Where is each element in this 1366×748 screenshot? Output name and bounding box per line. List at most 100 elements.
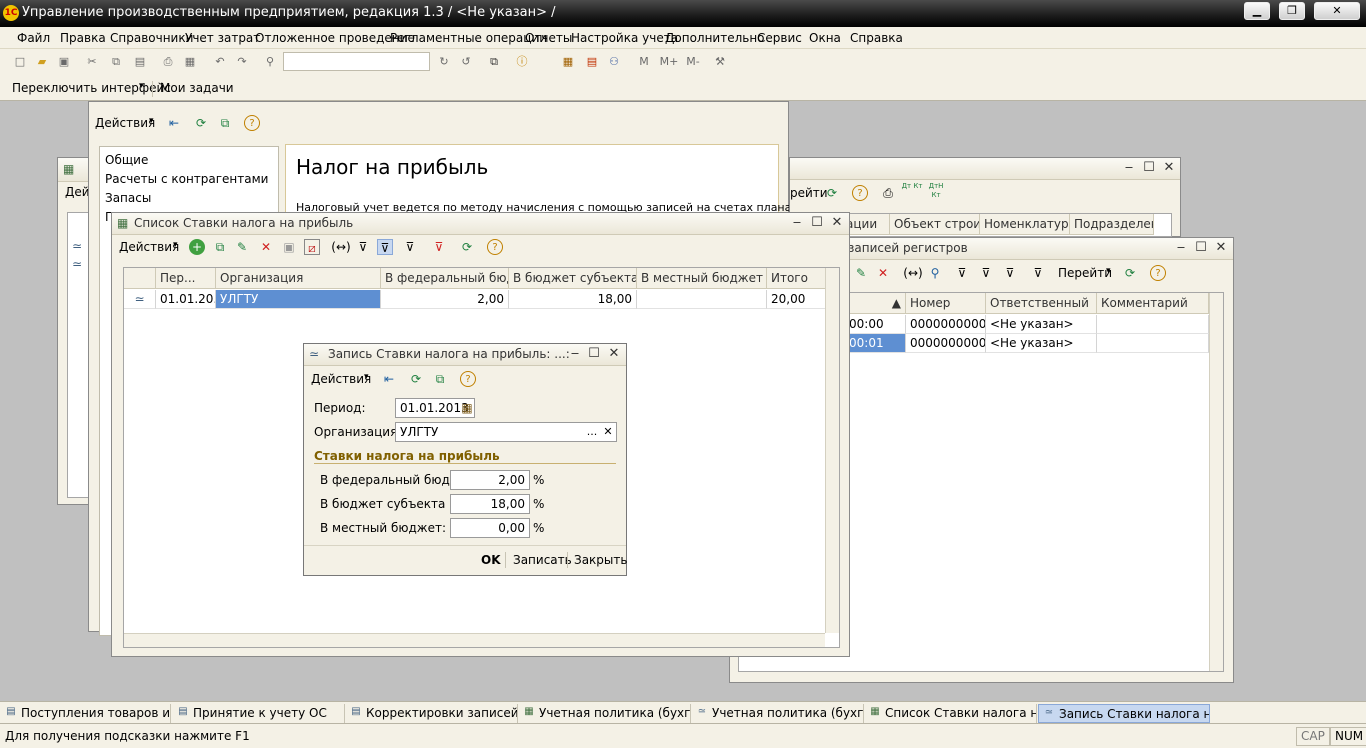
menu-additional[interactable]: Дополнительно	[665, 31, 765, 45]
help-icon[interactable]: ?	[852, 185, 868, 201]
refresh-icon[interactable]: ⟳	[824, 185, 840, 201]
maximize-icon[interactable]: ☐	[808, 214, 826, 232]
refresh-icon[interactable]: ⟳	[459, 239, 475, 255]
clear-filter-icon[interactable]: ⊽	[431, 239, 447, 255]
taskbar-item[interactable]: ▦Учетная политика (бухгалт...	[519, 704, 691, 723]
help-icon[interactable]: ?	[244, 115, 260, 131]
help-icon[interactable]: ?	[1150, 265, 1166, 281]
menu-help[interactable]: Справка	[850, 31, 903, 45]
table-cell[interactable]: 01.01.20...	[156, 290, 216, 309]
memory-minus-button[interactable]: М-	[682, 54, 704, 70]
print-icon[interactable]: ⎙	[880, 185, 896, 201]
edit-icon[interactable]: ✎	[853, 265, 869, 281]
copy-icon[interactable]: ⧉	[108, 54, 124, 70]
copy-doc-icon[interactable]: ⧉	[432, 371, 448, 387]
range-icon[interactable]: (↔)	[902, 265, 924, 281]
close-button[interactable]: ✕	[1314, 2, 1360, 20]
minimize-icon[interactable]: ‒	[566, 345, 584, 363]
table-cell[interactable]: УЛГТУ	[216, 290, 381, 309]
section-counterparties[interactable]: Расчеты с контрагентами	[105, 172, 268, 186]
clear-filter-icon[interactable]: ⊽	[1030, 265, 1046, 281]
filter-icon[interactable]: ⊽	[355, 239, 371, 255]
column-header[interactable]: Организация	[216, 268, 381, 289]
find-icon[interactable]: ⚲	[927, 265, 943, 281]
menu-cost-accounting[interactable]: Учет затрат	[185, 31, 260, 45]
find-next-icon[interactable]: ↻	[436, 54, 452, 70]
clear-button[interactable]: ✕	[600, 424, 616, 440]
my-tasks-button[interactable]: Мои задачи	[160, 81, 234, 95]
list-actions-button[interactable]: Действия	[119, 240, 179, 254]
table-cell[interactable]: 18,00	[509, 290, 637, 309]
save-icon[interactable]: ▣	[56, 54, 72, 70]
close-icon[interactable]: ✕	[1212, 239, 1230, 257]
maximize-icon[interactable]: ☐	[1192, 239, 1210, 257]
no-entries-icon[interactable]: ⧄	[304, 239, 320, 255]
calendar-icon[interactable]: ▤	[584, 54, 600, 70]
filter-list-icon[interactable]: ⊽	[1002, 265, 1018, 281]
menu-reports[interactable]: Отчеты	[525, 31, 572, 45]
table-cell[interactable]: 00000000001	[906, 315, 986, 334]
column-header[interactable]: В бюджет субъекта РФ	[509, 268, 637, 289]
taskbar-item[interactable]: ▦Список Ставки налога на п...	[865, 704, 1037, 723]
search-icon[interactable]: ⚲	[262, 54, 278, 70]
filter-list-icon[interactable]: ⊽	[402, 239, 418, 255]
table-cell[interactable]: 00000000002	[906, 334, 986, 353]
section-inventory[interactable]: Запасы	[105, 191, 151, 205]
help-icon[interactable]: ?	[460, 371, 476, 387]
refresh-icon[interactable]: ⟳	[193, 115, 209, 131]
column-header[interactable]: Ответственный	[986, 293, 1097, 314]
menu-accounting-settings[interactable]: Настройка учета	[571, 31, 678, 45]
column-header[interactable]: Номенклатура	[980, 214, 1070, 235]
menu-routine-operations[interactable]: Регламентные операции	[390, 31, 547, 45]
calendar-icon[interactable]: ▦	[459, 400, 475, 416]
find-prev-icon[interactable]: ↺	[458, 54, 474, 70]
minimize-icon[interactable]: ‒	[1120, 159, 1138, 177]
calculator-icon[interactable]: ▦	[560, 54, 576, 70]
menu-catalogs[interactable]: Справочники	[110, 31, 193, 45]
preview-icon[interactable]: ▦	[182, 54, 198, 70]
minimize-button[interactable]: ▁	[1244, 2, 1270, 20]
column-header[interactable]: Номер	[906, 293, 986, 314]
table-cell[interactable]	[1097, 334, 1209, 353]
taskbar-item[interactable]: ▤ Принятие к учету ОС	[173, 704, 345, 723]
windows-icon[interactable]: ⧉	[486, 54, 502, 70]
maximize-icon[interactable]: ☐	[585, 345, 603, 363]
close-icon[interactable]: ✕	[828, 214, 846, 232]
copy-doc-icon[interactable]: ⧉	[212, 239, 228, 255]
goto-button[interactable]: Перейти	[1058, 266, 1112, 280]
column-header[interactable]: Пер...	[156, 268, 216, 289]
save-button[interactable]: Записать	[513, 553, 572, 567]
column-header[interactable]: Итого	[767, 268, 826, 289]
column-header[interactable]: Объект строи...	[890, 214, 980, 235]
maximize-button[interactable]: ❐	[1279, 2, 1305, 20]
paste-icon[interactable]: ▤	[132, 54, 148, 70]
cut-icon[interactable]: ✂	[84, 54, 100, 70]
record-actions-button[interactable]: Действия	[311, 372, 371, 386]
maximize-icon[interactable]: ☐	[1140, 159, 1158, 177]
add-icon[interactable]: +	[189, 239, 205, 255]
search-input[interactable]	[283, 52, 430, 71]
ok-button[interactable]: OK	[481, 553, 501, 567]
redo-icon[interactable]: ↷	[234, 54, 250, 70]
column-header[interactable]: В местный бюджет	[637, 268, 767, 289]
table-cell[interactable]: 2,00	[381, 290, 509, 309]
table-cell[interactable]: <Не указан>	[986, 334, 1097, 353]
menu-edit[interactable]: Правка	[60, 31, 106, 45]
menu-file[interactable]: Файл	[17, 31, 50, 45]
back-goto-button[interactable]: рейти	[790, 186, 828, 200]
left-actions-button[interactable]: Дей	[65, 185, 90, 199]
save-close-icon[interactable]: ⇤	[381, 371, 397, 387]
column-header[interactable]: Комментарий	[1097, 293, 1209, 314]
close-button[interactable]: Закрыть	[574, 553, 627, 567]
filter-value-icon[interactable]: ⊽	[978, 265, 994, 281]
vertical-scrollbar[interactable]	[825, 268, 839, 633]
vertical-scrollbar[interactable]	[1209, 293, 1223, 671]
federal-rate-field[interactable]: 2,00	[450, 470, 530, 490]
taskbar-item[interactable]: ▤Корректировки записей ре...	[346, 704, 518, 723]
refresh-icon[interactable]: ⟳	[1122, 265, 1138, 281]
new-icon[interactable]: □	[12, 54, 28, 70]
close-icon[interactable]: ✕	[605, 345, 623, 363]
save-close-icon[interactable]: ⇤	[166, 115, 182, 131]
table-cell[interactable]: <Не указан>	[986, 315, 1097, 334]
taskbar-item[interactable]: ▤Поступления товаров и услуг	[1, 704, 171, 723]
